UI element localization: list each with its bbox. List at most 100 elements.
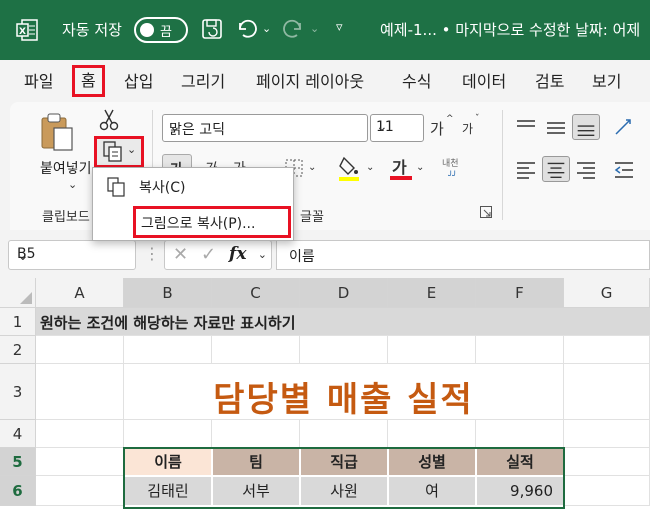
formula-input[interactable]: 이름 <box>276 240 650 270</box>
tab-home[interactable]: 홈 <box>72 65 105 97</box>
tab-data[interactable]: 데이터 <box>462 70 506 94</box>
svg-text:X: X <box>19 27 26 37</box>
data-cell-name[interactable]: 김태린 <box>124 476 212 506</box>
align-top-icon[interactable] <box>512 114 540 140</box>
redo-dropdown-icon[interactable]: ⌄ <box>310 22 319 35</box>
select-all-corner[interactable] <box>0 278 36 308</box>
name-box[interactable]: B5 ⌄ <box>8 240 136 270</box>
cell[interactable] <box>124 420 212 448</box>
decrease-indent-icon[interactable] <box>610 156 638 182</box>
tab-formulas[interactable]: 수식 <box>402 70 431 94</box>
menu-item-copy[interactable]: 복사(C) <box>93 170 293 202</box>
column-header-b[interactable]: B <box>124 278 212 308</box>
font-decrease-icon[interactable]: 가 <box>462 120 473 137</box>
fill-color-dropdown-icon[interactable]: ⌄ <box>366 162 374 173</box>
cell[interactable] <box>36 364 124 420</box>
cell[interactable] <box>388 336 476 364</box>
font-color-button[interactable]: 가 <box>392 154 407 178</box>
row-header-4[interactable]: 4 <box>0 420 36 448</box>
cell[interactable] <box>300 420 388 448</box>
cell[interactable] <box>36 420 124 448</box>
text-orientation-icon[interactable] <box>610 114 638 140</box>
row-header-5[interactable]: 5 <box>0 448 36 476</box>
data-cell-team[interactable]: 서부 <box>212 476 300 506</box>
copy-button[interactable]: ⌄ <box>94 136 144 168</box>
cell[interactable] <box>36 448 124 476</box>
data-cell-performance[interactable]: 9,960 <box>476 476 564 506</box>
column-header-g[interactable]: G <box>564 278 650 308</box>
header-cell-rank[interactable]: 직급 <box>300 448 388 476</box>
cell[interactable] <box>564 364 650 420</box>
data-cell-gender[interactable]: 여 <box>388 476 476 506</box>
cell[interactable] <box>476 336 564 364</box>
copy-icon <box>103 141 122 162</box>
font-color-dropdown-icon[interactable]: ⌄ <box>416 162 424 173</box>
cell[interactable] <box>300 336 388 364</box>
cell-a1: 원하는 조건에 해당하는 자료만 표시하기 <box>40 314 296 332</box>
row-header-2[interactable]: 2 <box>0 336 36 364</box>
row-header-6[interactable]: 6 <box>0 476 36 506</box>
row-header-1[interactable]: 1 <box>0 308 36 336</box>
tab-page-layout[interactable]: 페이지 레이아웃 <box>256 70 364 94</box>
tab-draw[interactable]: 그리기 <box>181 70 225 94</box>
enter-icon[interactable]: ✓ <box>201 244 216 265</box>
copy-dropdown-menu: 복사(C) 그림으로 복사(P)... <box>92 167 294 241</box>
header-cell-performance[interactable]: 실적 <box>476 448 564 476</box>
data-cell-rank[interactable]: 사원 <box>300 476 388 506</box>
font-color-swatch <box>390 176 412 180</box>
align-middle-icon[interactable] <box>542 114 570 140</box>
align-right-icon[interactable] <box>572 156 600 182</box>
cell[interactable] <box>36 476 124 506</box>
paste-button[interactable]: 붙여넣기 ⌄ <box>24 108 92 196</box>
row-1-band[interactable]: 원하는 조건에 해당하는 자료만 표시하기 <box>36 308 650 336</box>
cell[interactable] <box>124 336 212 364</box>
align-bottom-icon[interactable] <box>572 114 600 140</box>
cell[interactable] <box>388 420 476 448</box>
cell[interactable] <box>564 420 650 448</box>
column-header-c[interactable]: C <box>212 278 300 308</box>
font-dialog-launcher-icon[interactable] <box>480 206 492 218</box>
column-header-f[interactable]: F <box>476 278 564 308</box>
cell[interactable] <box>212 420 300 448</box>
more-options-icon[interactable]: ⋮ <box>144 244 160 263</box>
ribbon-tabs: 파일 홈 삽입 그리기 페이지 레이아웃 수식 데이터 검토 보기 <box>0 60 650 102</box>
cell[interactable] <box>564 336 650 364</box>
tab-file[interactable]: 파일 <box>24 70 53 94</box>
align-left-icon[interactable] <box>512 156 540 182</box>
copy-dropdown-icon: ⌄ <box>127 143 137 156</box>
font-increase-icon[interactable]: 가 <box>430 118 444 139</box>
column-header-a[interactable]: A <box>36 278 124 308</box>
tab-insert[interactable]: 삽입 <box>124 70 153 94</box>
align-center-icon[interactable] <box>542 156 570 182</box>
borders-dropdown-icon[interactable]: ⌄ <box>308 162 316 173</box>
cell[interactable] <box>212 336 300 364</box>
autosave-toggle[interactable]: 끔 <box>134 17 188 43</box>
font-name-select[interactable]: 맑은 고딕 ⌄ <box>162 114 368 142</box>
cell[interactable] <box>476 420 564 448</box>
cell[interactable] <box>564 448 650 476</box>
cut-icon[interactable] <box>98 108 120 132</box>
save-icon[interactable] <box>200 17 224 41</box>
cancel-icon[interactable]: ✕ <box>173 244 188 265</box>
fill-color-icon[interactable] <box>338 154 362 182</box>
tab-view[interactable]: 보기 <box>592 70 621 94</box>
phonetic-icon: ᴊᴊ <box>448 168 456 179</box>
column-header-d[interactable]: D <box>300 278 388 308</box>
cell[interactable] <box>36 336 124 364</box>
column-header-e[interactable]: E <box>388 278 476 308</box>
insert-function-button[interactable]: fx <box>229 244 246 264</box>
header-cell-gender[interactable]: 성별 <box>388 448 476 476</box>
font-size-select[interactable]: 11 ⌄ <box>370 114 424 142</box>
header-cell-team[interactable]: 팀 <box>212 448 300 476</box>
header-cell-name[interactable]: 이름 <box>124 448 212 476</box>
undo-dropdown-icon[interactable]: ⌄ <box>262 22 271 35</box>
row-header-3[interactable]: 3 <box>0 364 36 420</box>
customize-toolbar-icon[interactable]: ▿ <box>336 20 343 35</box>
redo-icon[interactable] <box>282 17 306 41</box>
cell[interactable] <box>564 476 650 506</box>
cell-b3-merged[interactable]: 담당별 매출 실적 <box>124 364 564 420</box>
toggle-state-label: 끔 <box>160 25 172 40</box>
tab-review[interactable]: 검토 <box>535 70 564 94</box>
undo-icon[interactable] <box>234 17 258 41</box>
menu-item-copy-as-picture[interactable]: 그림으로 복사(P)... <box>133 206 291 238</box>
